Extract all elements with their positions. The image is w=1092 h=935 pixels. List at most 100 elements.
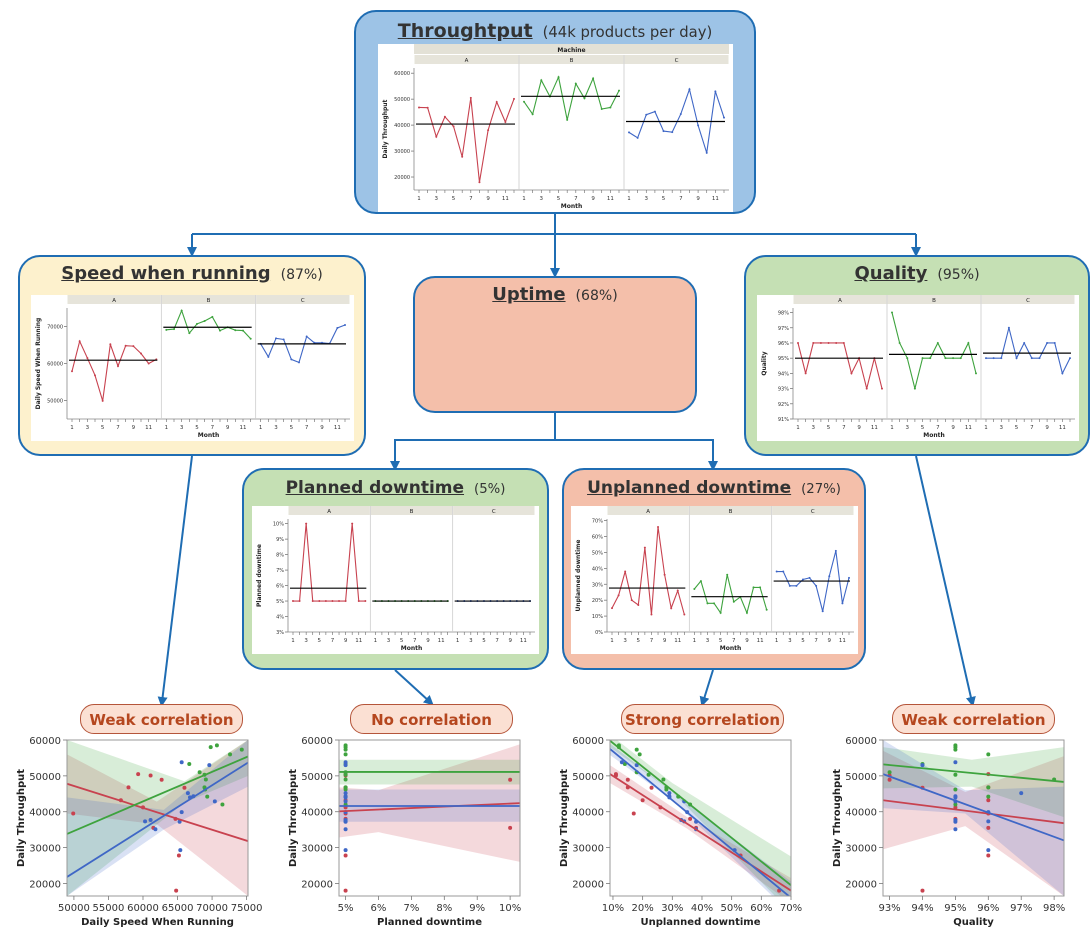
data-point-A <box>804 372 807 375</box>
data-point-A <box>611 607 613 610</box>
x-tick-label: 1 <box>70 425 74 431</box>
x-tick-label: 5 <box>662 196 666 202</box>
x-tick-label: 9 <box>320 425 324 431</box>
data-point-B <box>891 311 893 314</box>
data-point-B <box>196 322 198 325</box>
uptime-title-label: Uptime <box>492 284 566 305</box>
x-tick-label: 7 <box>331 638 335 644</box>
x-tick-label: 3 <box>645 196 649 202</box>
facet-label-C: C <box>301 298 305 304</box>
y-tick-label: 60000 <box>47 362 63 368</box>
data-point-A <box>469 96 472 99</box>
x-tick-label: 7 <box>574 196 578 202</box>
series-line-B <box>166 309 252 340</box>
data-point-A <box>435 135 438 138</box>
data-point-A <box>461 155 464 158</box>
data-point-C <box>992 357 995 360</box>
data-point-C <box>298 361 300 364</box>
data-point-C <box>1000 357 1003 360</box>
fit-line-C <box>610 748 791 896</box>
data-point-A <box>624 570 627 573</box>
x-tick-label: 5 <box>318 638 322 644</box>
data-point-B <box>211 315 214 318</box>
x-tick-label: 9 <box>857 425 861 431</box>
x-tick-label: 10% <box>499 903 521 914</box>
data-point-C <box>828 575 831 578</box>
uptime-value: (68%) <box>575 288 618 304</box>
data-point-B <box>732 600 735 603</box>
series-line-B <box>891 312 977 389</box>
y-tick-label: 96% <box>778 341 789 347</box>
data-point-C <box>815 584 818 587</box>
x-tick-label: 95% <box>944 903 966 914</box>
x-tick-label: 9 <box>663 638 667 644</box>
data-point-A <box>676 589 679 592</box>
throughput-node: Throughtput (44k products per day) Machin… <box>354 10 756 214</box>
y-tick-label: 40000 <box>394 123 410 129</box>
arrow-planned-to-scatter <box>394 669 434 706</box>
scatter-point-B <box>661 777 666 782</box>
series-line-B <box>693 574 768 615</box>
x-tick-label: 70% <box>780 903 802 914</box>
data-point-B <box>745 611 748 614</box>
x-tick-label: 5 <box>482 638 486 644</box>
data-point-B <box>906 357 909 360</box>
data-point-A <box>338 600 341 603</box>
x-tick-label: 96% <box>977 903 999 914</box>
x-tick-label: 11 <box>871 425 878 431</box>
x-tick-label: 5 <box>101 425 105 431</box>
x-tick-label: 9 <box>828 638 832 644</box>
quality-chart: Quality 91% 92% 93% 94% 95% 96% 97% 98% A 1 3 5 7 9 11 B… <box>757 295 1079 441</box>
y-axis-label: Daily Throughput <box>382 99 389 158</box>
scatter-quality-chart: 20000 30000 40000 50000 60000 93% 94% 95% 96% 97%… <box>826 736 1086 931</box>
data-point-A <box>78 340 81 343</box>
facet-label-A: A <box>112 298 116 304</box>
plot-area <box>339 743 520 893</box>
y-tick-label: 97% <box>778 326 789 332</box>
data-point-B <box>609 106 612 109</box>
scatter-point-B <box>953 772 958 777</box>
scatter-point-A <box>986 825 991 830</box>
data-point-A <box>305 522 308 525</box>
data-point-A <box>513 97 515 100</box>
data-point-A <box>637 603 640 606</box>
x-tick-label: 70000 <box>196 903 228 914</box>
data-point-B <box>975 372 977 375</box>
data-point-B <box>752 586 755 589</box>
x-tick-label: 3 <box>788 638 792 644</box>
data-point-A <box>797 341 799 344</box>
y-tick-label: 20000 <box>29 879 61 890</box>
y-tick-label: 5% <box>276 599 284 605</box>
y-tick-label: 50000 <box>572 772 604 783</box>
y-tick-label: 93% <box>778 387 789 393</box>
data-point-A <box>643 546 646 549</box>
y-axis-label: Daily Throughput <box>559 769 570 867</box>
data-point-A <box>443 115 446 118</box>
y-tick-label: 30000 <box>394 149 410 155</box>
y-axis-label: Planned downtime <box>256 544 263 607</box>
x-tick-label: 11 <box>145 425 152 431</box>
facet-label-A: A <box>646 509 650 515</box>
x-tick-label: 75000 <box>231 903 263 914</box>
data-point-B <box>706 602 709 605</box>
y-tick-label: 92% <box>778 402 789 408</box>
y-tick-label: 50000 <box>47 399 63 405</box>
arrow-quality-to-scatter <box>915 455 976 707</box>
data-point-B <box>540 79 543 82</box>
x-tick-label: 40% <box>691 903 713 914</box>
scatter-point-B <box>343 777 348 782</box>
x-tick-label: 11 <box>355 638 362 644</box>
y-tick-label: 30000 <box>301 844 333 855</box>
scatter-point-C <box>178 848 183 853</box>
data-point-C <box>697 124 700 127</box>
data-point-C <box>1007 326 1010 329</box>
scatter-point-A <box>343 888 348 893</box>
speed-title-label: Speed when running <box>61 263 271 284</box>
y-tick-label: 60000 <box>394 71 410 77</box>
quality-value: (95%) <box>937 267 980 283</box>
x-axis-label: Planned downtime <box>377 917 482 928</box>
scatter-point-C <box>953 794 958 799</box>
data-point-C <box>1023 341 1026 344</box>
x-tick-label: 5 <box>452 196 456 202</box>
x-tick-label: 20% <box>632 903 654 914</box>
